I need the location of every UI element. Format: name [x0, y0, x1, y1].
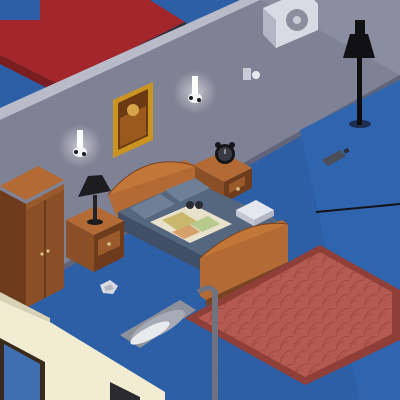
game-viewport[interactable]	[0, 0, 400, 400]
wall-sconce-left[interactable]	[58, 124, 102, 168]
alarm-clock[interactable]	[215, 142, 235, 164]
wall-sconce-right[interactable]	[173, 70, 217, 114]
room-scene[interactable]	[0, 0, 400, 400]
